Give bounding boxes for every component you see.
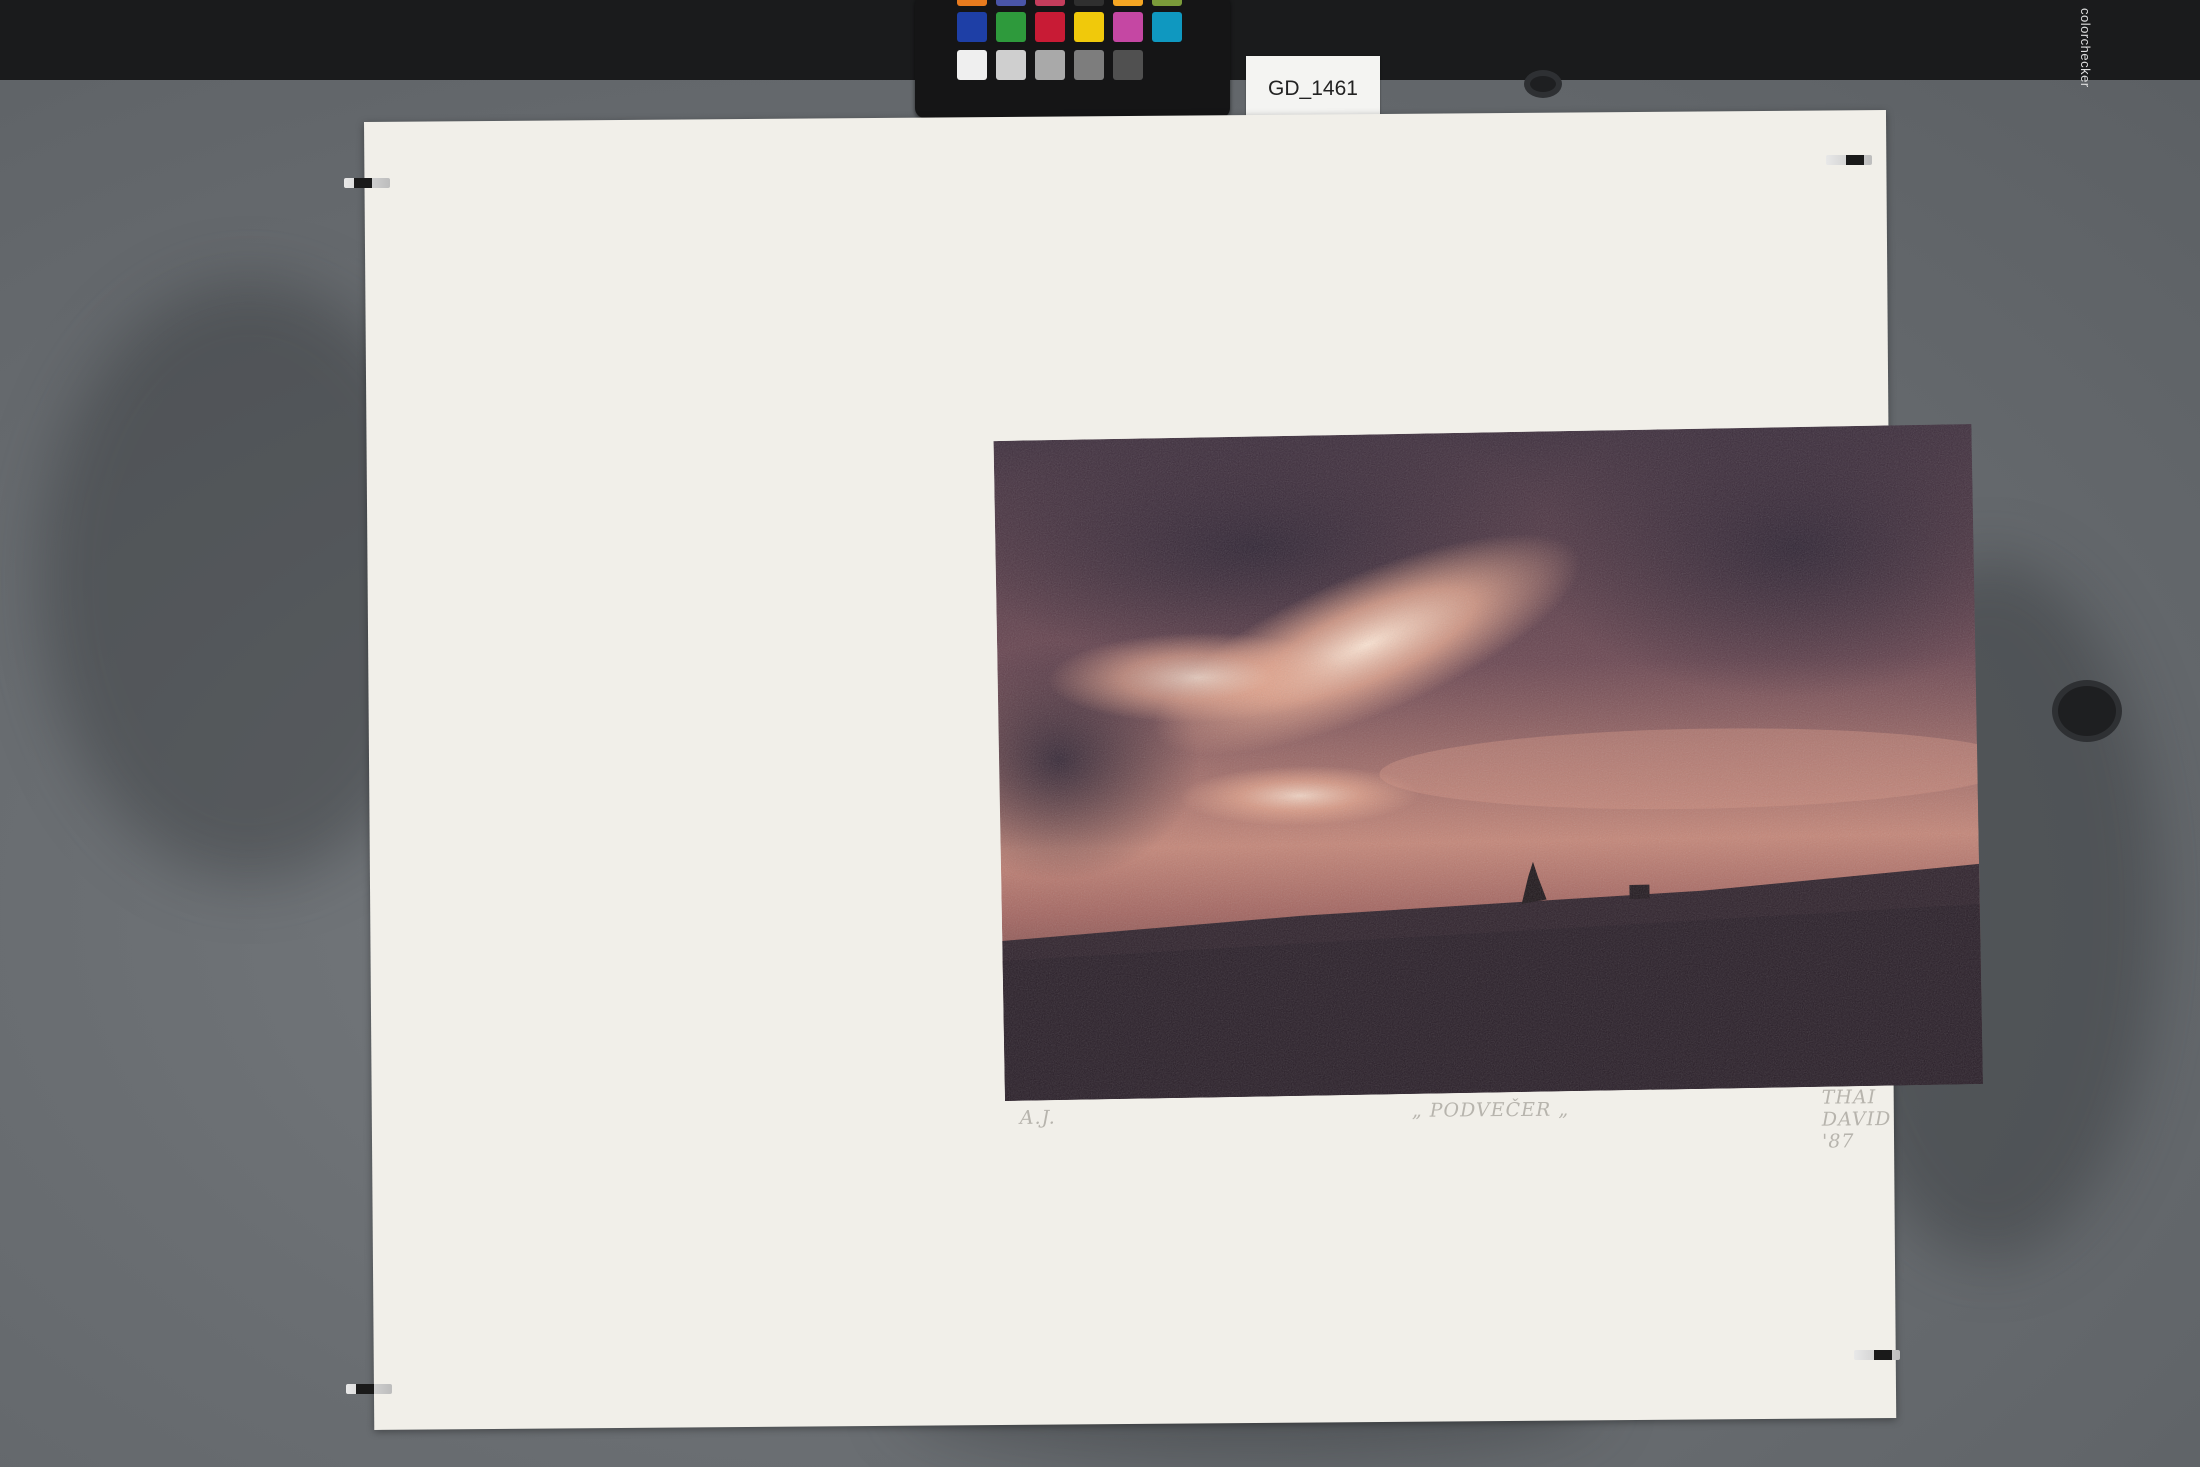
color-patch [1074, 12, 1104, 42]
table-hole [2058, 686, 2116, 736]
paper-clip [346, 1384, 392, 1394]
photo-print [993, 423, 1983, 1101]
color-checker-brand: colorchecker [2078, 8, 2093, 88]
paper-sheet: A.J. „ PODVEČER „ THAI DAVID '87 [364, 110, 1983, 1430]
paper-clip [344, 178, 390, 188]
gray-patch [1074, 50, 1104, 80]
specimen-id-label: GD_1461 [1246, 56, 1380, 122]
artist-signature: THAI DAVID '87 [1821, 1086, 1892, 1153]
color-patch [996, 12, 1026, 42]
sunset-landscape-image [993, 423, 1983, 1101]
color-patch [1152, 0, 1182, 6]
color-patch [1152, 12, 1182, 42]
color-patch [1035, 0, 1065, 6]
title-inscription: „ PODVEČER „ [1411, 1098, 1570, 1122]
color-patch [1113, 12, 1143, 42]
color-patch [957, 0, 987, 6]
color-patch [1074, 0, 1104, 6]
color-patch [1035, 12, 1065, 42]
color-patch [996, 0, 1026, 6]
color-checker-card: colorchecker [915, 0, 2093, 118]
edition-inscription: A.J. [1019, 1106, 1056, 1129]
paper-clip [1854, 1350, 1900, 1360]
gray-patch [1035, 50, 1065, 80]
gray-patch [957, 50, 987, 80]
paper-clip [1826, 155, 1872, 165]
table-hole [1530, 76, 1556, 92]
gray-patch [996, 50, 1026, 80]
color-patch [1113, 0, 1143, 6]
gray-patch [1113, 50, 1143, 80]
color-patch [957, 12, 987, 42]
